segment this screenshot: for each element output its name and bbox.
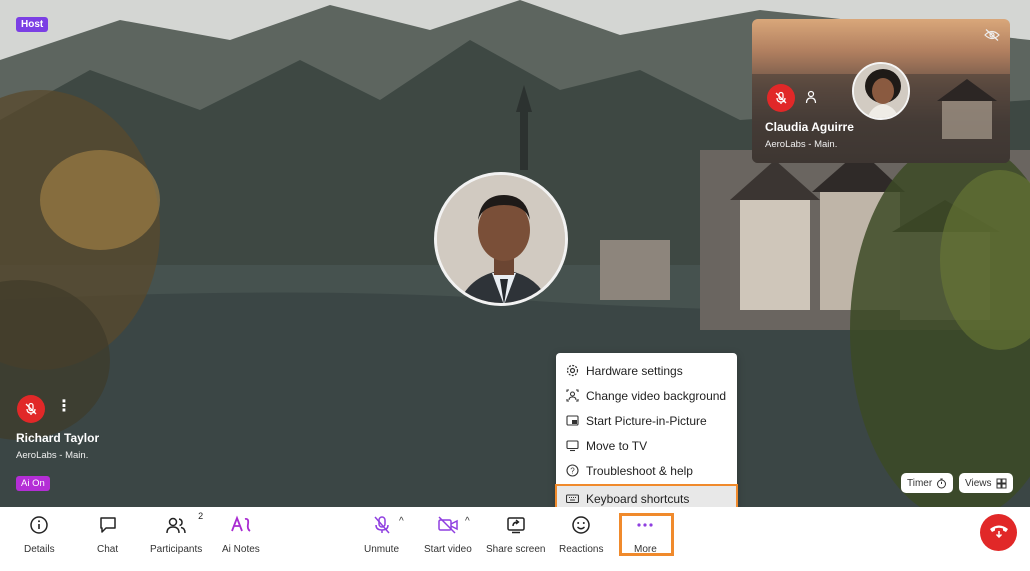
leave-call-button[interactable] [980, 514, 1017, 551]
self-avatar [852, 62, 910, 120]
share-screen-icon [506, 515, 526, 535]
mic-off-icon [775, 91, 787, 104]
details-button[interactable]: Details [24, 515, 55, 555]
person-icon [804, 90, 818, 109]
info-icon [29, 515, 49, 535]
unmute-button[interactable]: Unmute [364, 515, 399, 555]
menu-item-label: Troubleshoot & help [586, 463, 693, 478]
menu-item-label: Hardware settings [586, 363, 683, 378]
stopwatch-icon [937, 478, 947, 488]
chat-label: Chat [97, 544, 119, 555]
menu-item-picture-in-picture[interactable]: Start Picture-in-Picture [556, 408, 737, 433]
menu-item-hardware-settings[interactable]: Hardware settings [556, 358, 737, 383]
background-icon [565, 389, 579, 403]
mic-off-icon [25, 402, 37, 415]
grid-icon [996, 478, 1006, 488]
video-stage: Host ⋮ Richard Taylor AeroLabs - Main. A… [0, 0, 1030, 507]
gear-icon [565, 364, 579, 378]
unmute-label: Unmute [364, 544, 400, 555]
self-org: AeroLabs - Main. [765, 139, 838, 150]
menu-item-label: Keyboard shortcuts [586, 491, 690, 506]
menu-item-label: Change video background [586, 388, 727, 403]
keyboard-icon [565, 492, 579, 506]
pip-icon [565, 414, 579, 428]
self-mic-status [767, 84, 795, 112]
ai-notes-label: Ai Notes [222, 544, 260, 555]
chat-icon [98, 515, 118, 535]
menu-item-troubleshoot-help[interactable]: ? Troubleshoot & help [556, 458, 737, 483]
help-icon: ? [565, 464, 579, 478]
chevron-up-icon[interactable]: ^ [399, 516, 404, 527]
host-badge: Host [16, 17, 49, 32]
menu-item-label: Start Picture-in-Picture [586, 413, 707, 428]
more-menu: Hardware settings Change video backgroun… [555, 353, 738, 513]
more-button-highlight [619, 513, 674, 556]
details-label: Details [24, 544, 55, 555]
smiley-icon [571, 515, 591, 535]
tv-icon [565, 439, 579, 453]
chevron-up-icon[interactable]: ^ [465, 516, 470, 527]
reactions-label: Reactions [559, 544, 604, 555]
participant-org: AeroLabs - Main. [16, 450, 89, 461]
timer-button[interactable]: Timer [901, 473, 954, 493]
participant-mic-status [17, 395, 45, 423]
mic-off-icon [372, 515, 392, 535]
people-icon: 2 [165, 511, 203, 535]
share-screen-label: Share screen [486, 544, 546, 555]
eye-off-icon[interactable] [984, 28, 1000, 46]
participant-avatar-main [434, 172, 568, 306]
ai-on-badge: Ai On [16, 476, 50, 491]
avatar-portrait [437, 175, 565, 303]
menu-item-label: Move to TV [586, 438, 648, 453]
ai-notes-icon [230, 515, 252, 535]
ai-notes-button[interactable]: Ai Notes [222, 515, 260, 555]
participants-label: Participants [150, 544, 203, 555]
participant-name: Richard Taylor [16, 431, 100, 445]
views-label: Views [965, 477, 992, 489]
participants-count: 2 [198, 511, 204, 521]
svg-text:?: ? [570, 467, 575, 476]
chat-button[interactable]: Chat [97, 515, 118, 555]
menu-item-move-to-tv[interactable]: Move to TV [556, 433, 737, 458]
reactions-button[interactable]: Reactions [559, 515, 603, 555]
participants-button[interactable]: 2 Participants [150, 511, 203, 555]
video-off-icon [437, 515, 459, 535]
hang-up-icon [988, 522, 1010, 543]
self-name: Claudia Aguirre [765, 120, 854, 134]
self-view-tile[interactable]: Claudia Aguirre AeroLabs - Main. [752, 19, 1010, 163]
timer-label: Timer [907, 477, 933, 489]
views-button[interactable]: Views [959, 473, 1013, 493]
kebab-icon[interactable]: ⋮ [56, 399, 72, 415]
meeting-toolbar: Details Chat 2 Participants Ai Notes Unm… [0, 507, 1030, 571]
menu-item-change-video-background[interactable]: Change video background [556, 383, 737, 408]
start-video-label: Start video [424, 544, 472, 555]
share-screen-button[interactable]: Share screen [486, 515, 545, 555]
